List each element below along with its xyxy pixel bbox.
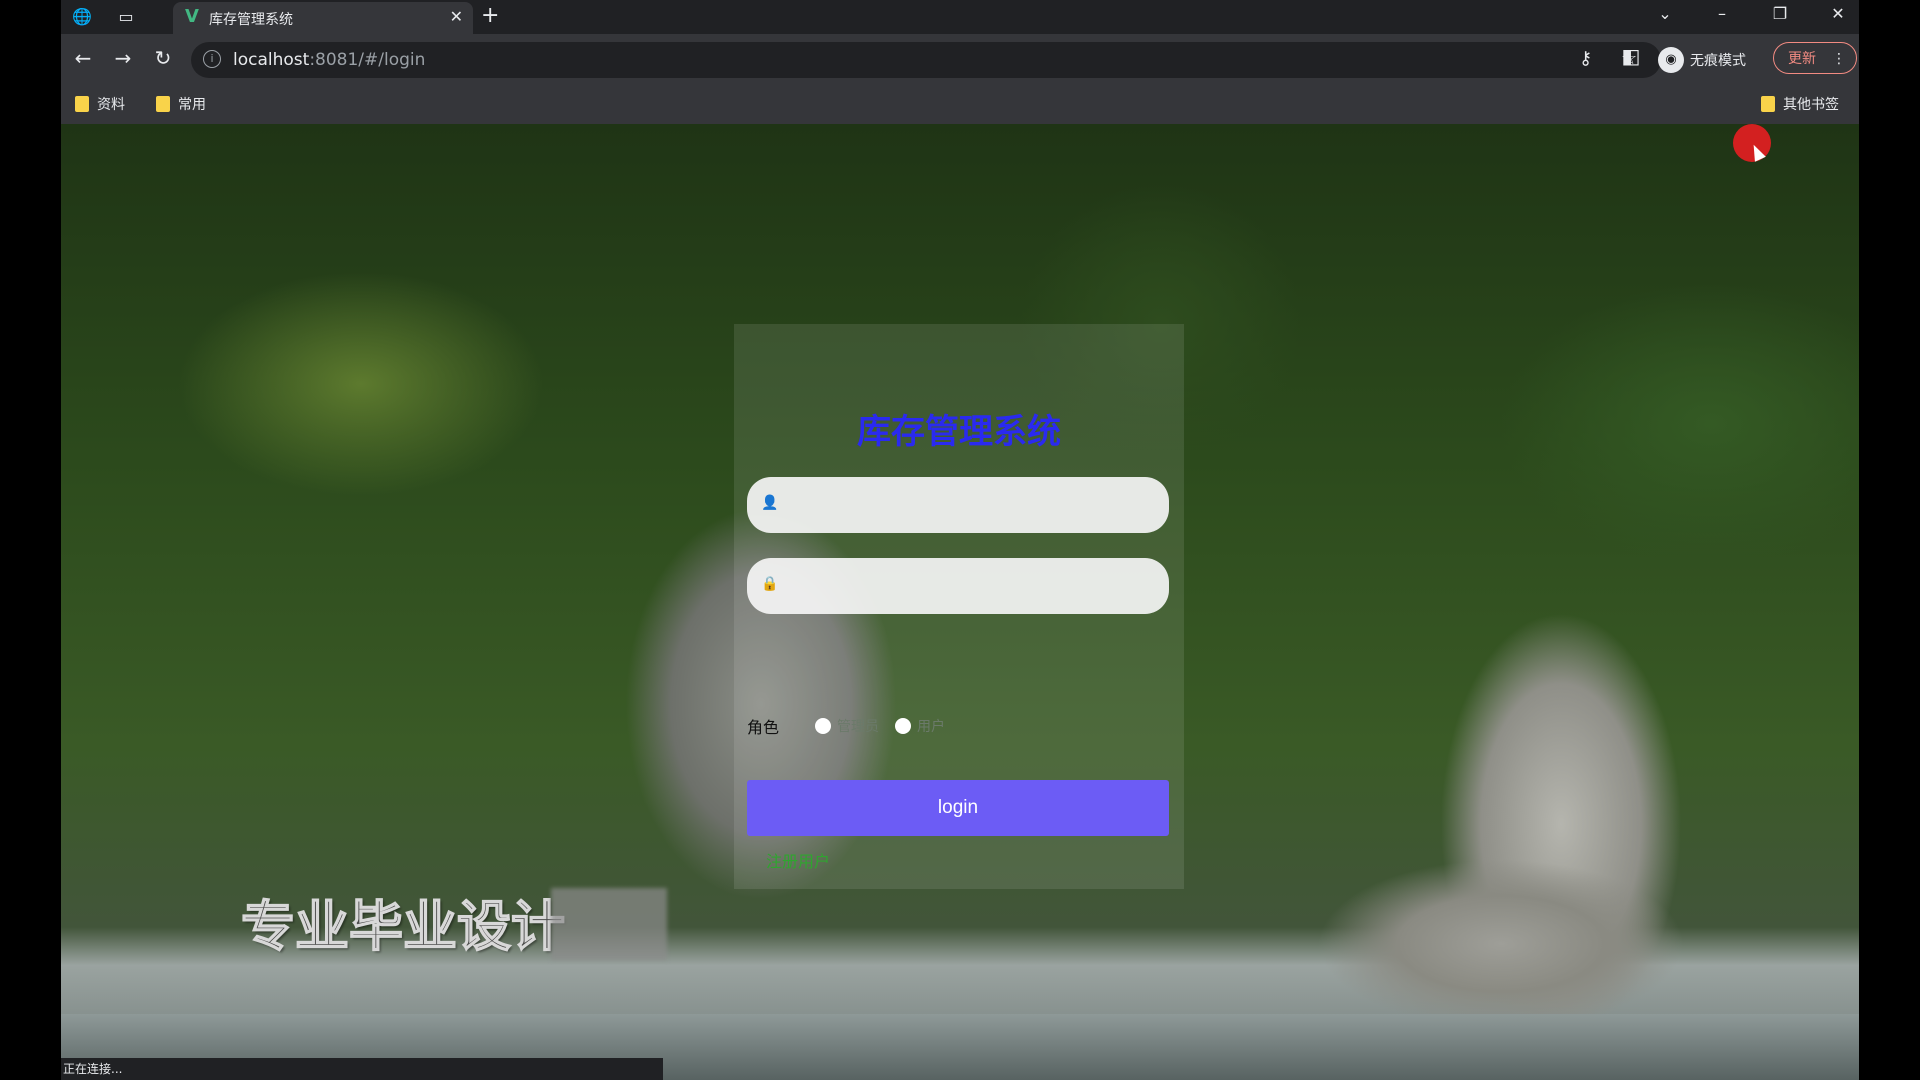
close-window-icon[interactable]: ✕	[1823, 4, 1853, 23]
blurred-region	[551, 888, 667, 960]
tab-search-icon[interactable]: ▭	[115, 6, 137, 28]
register-link[interactable]: 注册用户	[766, 848, 830, 872]
update-button[interactable]: 更新 ⋮	[1773, 42, 1857, 74]
password-field[interactable]: 🔒	[747, 558, 1169, 614]
incognito-label: 无痕模式	[1690, 53, 1746, 69]
login-panel: 库存管理系统 👤 🔒 角色 管理员 用户 login 注册用户	[734, 324, 1184, 889]
watermark-text: 专业毕业设计	[240, 894, 566, 959]
user-icon: 👤	[761, 495, 779, 511]
globe-icon[interactable]: 🌐	[71, 6, 93, 28]
site-info-icon[interactable]: i	[203, 50, 221, 68]
login-page: 库存管理系统 👤 🔒 角色 管理员 用户 login 注册用户 专业毕业设计 正…	[61, 124, 1859, 1080]
side-panel-icon[interactable]: ◧	[1617, 44, 1645, 68]
system-title: 库存管理系统	[857, 412, 1061, 452]
role-option-user-label[interactable]: 用户	[917, 716, 945, 736]
role-option-admin-label[interactable]: 管理员	[837, 716, 879, 736]
tab-active[interactable]: V 库存管理系统 ✕	[173, 2, 473, 34]
address-bar[interactable]: i localhost:8081/#/login ⚷ ☆	[191, 42, 1661, 78]
bookmark-label: 常用	[178, 97, 206, 113]
vue-favicon-icon: V	[185, 6, 199, 27]
username-field[interactable]: 👤	[747, 477, 1169, 533]
other-bookmarks-label: 其他书签	[1783, 97, 1839, 113]
browser-window: 🌐 ▭ V 库存管理系统 ✕ + ⌄ – ❐ ✕ ← → ↻ i localho…	[61, 0, 1859, 1080]
tab-list-chevron-icon[interactable]: ⌄	[1650, 4, 1680, 23]
bookmark-folder-0[interactable]: 资料	[75, 94, 125, 114]
login-button[interactable]: login	[747, 780, 1169, 836]
restore-icon[interactable]: ❐	[1765, 4, 1795, 23]
url-text[interactable]: localhost:8081/#/login	[233, 50, 425, 70]
tab-strip: 🌐 ▭ V 库存管理系统 ✕ + ⌄ – ❐ ✕	[61, 0, 1859, 34]
incognito-icon: ◉	[1658, 47, 1684, 73]
role-selector: 角色 管理员 用户	[747, 714, 945, 738]
tab-title: 库存管理系统	[209, 12, 293, 28]
password-input[interactable]	[787, 568, 1151, 606]
other-bookmarks[interactable]: 其他书签	[1761, 94, 1839, 114]
username-input[interactable]	[787, 487, 1151, 525]
role-label: 角色	[747, 718, 780, 737]
bookmark-label: 资料	[97, 97, 125, 113]
key-icon[interactable]: ⚷	[1579, 48, 1592, 69]
role-radio-user[interactable]	[895, 718, 912, 734]
role-radio-admin[interactable]	[815, 718, 832, 734]
minimize-icon[interactable]: –	[1707, 4, 1737, 23]
new-tab-icon[interactable]: +	[481, 3, 499, 28]
folder-icon	[156, 96, 170, 112]
folder-icon	[1761, 96, 1775, 112]
reload-icon[interactable]: ↻	[149, 46, 177, 70]
forward-icon[interactable]: →	[109, 46, 137, 70]
tab-close-icon[interactable]: ✕	[450, 7, 463, 26]
lock-icon: 🔒	[761, 576, 779, 592]
back-icon[interactable]: ←	[69, 46, 97, 70]
menu-dots-icon[interactable]: ⋮	[1832, 43, 1846, 75]
status-bar: 正在连接...	[61, 1058, 663, 1080]
bookmarks-bar: 资料 常用 其他书签	[61, 86, 1859, 125]
update-label: 更新	[1788, 51, 1816, 67]
browser-toolbar: ← → ↻ i localhost:8081/#/login ⚷ ☆ ◧ ◉ 无…	[61, 34, 1859, 86]
incognito-indicator[interactable]: ◉ 无痕模式	[1658, 42, 1746, 78]
bookmark-folder-1[interactable]: 常用	[156, 94, 206, 114]
folder-icon	[75, 96, 89, 112]
